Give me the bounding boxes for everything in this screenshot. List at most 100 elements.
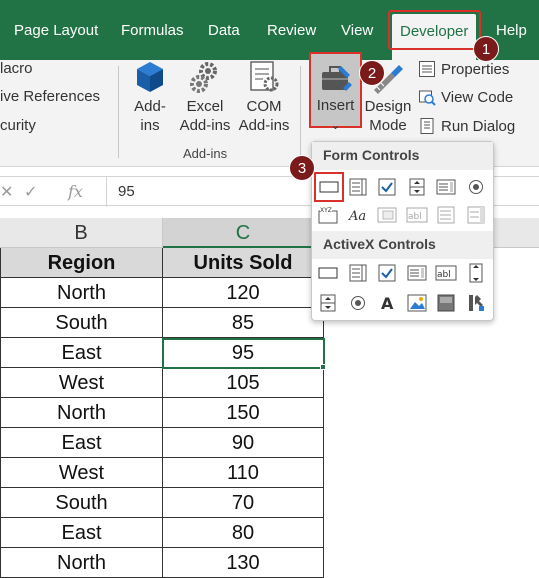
- checkbox-icon: [378, 264, 396, 282]
- units-sold-cell[interactable]: 120: [163, 278, 324, 308]
- units-sold-cell[interactable]: 110: [163, 458, 324, 488]
- record-macro-label[interactable]: lacro: [0, 60, 33, 77]
- formula-input[interactable]: 95: [118, 183, 135, 200]
- enter-check-icon[interactable]: ✓: [24, 182, 37, 202]
- region-cell[interactable]: East: [0, 338, 163, 368]
- view-code-button[interactable]: View Code: [418, 88, 513, 106]
- tab-developer[interactable]: Developer: [392, 14, 477, 60]
- region-cell[interactable]: East: [0, 428, 163, 458]
- region-cell[interactable]: North: [0, 398, 163, 428]
- form-option-button-control[interactable]: [464, 176, 488, 198]
- command-button-icon: [318, 267, 338, 279]
- form-list-box-control[interactable]: [434, 176, 458, 198]
- activex-combo-box-control[interactable]: [346, 262, 370, 284]
- activex-scroll-bar-control[interactable]: [464, 262, 488, 284]
- activex-controls-header: ActiveX Controls: [312, 231, 493, 259]
- add-ins-label-1: Add-: [134, 98, 166, 115]
- com-add-ins-button[interactable]: COM Add-ins: [236, 60, 292, 135]
- view-code-label: View Code: [441, 88, 514, 106]
- tab-data[interactable]: Data: [208, 20, 240, 42]
- activex-image-control[interactable]: [405, 292, 429, 314]
- activex-option-button-control[interactable]: [346, 292, 370, 314]
- region-cell[interactable]: South: [0, 308, 163, 338]
- toolbox-icon: [321, 66, 352, 91]
- svg-text:abl: abl: [408, 212, 422, 222]
- combo-dropdown-edit-icon: [467, 206, 485, 224]
- column-header-b[interactable]: B: [0, 218, 163, 248]
- region-cell[interactable]: West: [0, 368, 163, 398]
- svg-text:Aa: Aa: [348, 209, 366, 223]
- form-group-box-control[interactable]: XYZ: [316, 204, 340, 226]
- group-box-icon: XYZ: [318, 206, 338, 224]
- com-add-ins-label-2: Add-ins: [238, 117, 290, 134]
- excel-add-ins-label-1: Excel: [186, 98, 224, 115]
- insert-controls-dropdown: Form Controls XYZ Aa abl ActiveX Control…: [311, 141, 494, 321]
- checkbox-icon: [378, 178, 396, 196]
- scroll-bar-icon: [377, 207, 397, 223]
- units-sold-cell[interactable]: 105: [163, 368, 324, 398]
- insert-label: Insert: [316, 97, 355, 114]
- units-sold-cell[interactable]: 95: [163, 338, 324, 368]
- svg-text:abl: abl: [437, 270, 451, 280]
- activex-command-button-control[interactable]: [316, 262, 340, 284]
- column-header-c[interactable]: C: [163, 218, 324, 248]
- activex-list-box-control[interactable]: [405, 262, 429, 284]
- add-ins-button[interactable]: Add- ins: [128, 60, 172, 135]
- form-combo-list-edit-control[interactable]: [434, 204, 458, 226]
- activex-label-control[interactable]: A: [375, 292, 399, 314]
- units-sold-cell[interactable]: 85: [163, 308, 324, 338]
- more-controls-tools-icon: [469, 295, 484, 311]
- combo-box-icon: [349, 264, 367, 282]
- activex-text-box-control[interactable]: abl: [434, 262, 458, 284]
- units-sold-cell[interactable]: 90: [163, 428, 324, 458]
- tab-view[interactable]: View: [341, 20, 373, 42]
- tab-page-layout[interactable]: Page Layout: [14, 20, 98, 42]
- tab-formulas[interactable]: Formulas: [121, 20, 184, 42]
- com-document-icon: [250, 61, 279, 92]
- form-combo-box-control[interactable]: [346, 176, 370, 198]
- form-spin-button-control[interactable]: [405, 176, 429, 198]
- excel-add-ins-button[interactable]: Excel Add-ins: [177, 60, 233, 135]
- units-sold-cell[interactable]: 70: [163, 488, 324, 518]
- form-scroll-bar-control[interactable]: [375, 204, 399, 226]
- form-button-control[interactable]: [314, 172, 344, 202]
- tab-review[interactable]: Review: [267, 20, 316, 42]
- macro-security-label[interactable]: curity: [0, 117, 36, 134]
- form-label-control[interactable]: Aa: [346, 204, 370, 226]
- group-separator: [300, 66, 301, 158]
- activex-check-box-control[interactable]: [375, 262, 399, 284]
- units-sold-cell[interactable]: 150: [163, 398, 324, 428]
- list-box-icon: [407, 265, 427, 281]
- activex-spin-button-control[interactable]: [316, 292, 340, 314]
- ribbon-tab-bar: Page Layout Formulas Data Review View De…: [0, 0, 539, 60]
- relative-references-label[interactable]: ive References: [0, 88, 100, 105]
- region-cell[interactable]: West: [0, 458, 163, 488]
- callout-badge-1: 1: [473, 36, 499, 62]
- table-header-cell[interactable]: Region: [0, 248, 163, 278]
- activex-toggle-button-control[interactable]: [434, 292, 458, 314]
- insert-controls-button[interactable]: Insert ⌄: [309, 52, 362, 132]
- svg-text:XYZ: XYZ: [320, 207, 332, 214]
- callout-badge-3: 3: [289, 155, 315, 181]
- view-code-icon: [419, 90, 436, 106]
- region-cell[interactable]: South: [0, 488, 163, 518]
- tab-help[interactable]: Help: [496, 20, 527, 42]
- form-check-box-control[interactable]: [375, 176, 399, 198]
- table-header-cell[interactable]: Units Sold: [163, 248, 324, 278]
- units-sold-cell[interactable]: 130: [163, 548, 324, 578]
- units-sold-cell[interactable]: 80: [163, 518, 324, 548]
- cancel-icon[interactable]: ✕: [0, 182, 13, 202]
- button-control-icon: [319, 181, 339, 193]
- fill-handle[interactable]: [320, 364, 326, 370]
- insert-function-icon[interactable]: fx: [68, 182, 83, 201]
- region-cell[interactable]: North: [0, 278, 163, 308]
- form-combo-dropdown-edit-control[interactable]: [464, 204, 488, 226]
- region-cell[interactable]: East: [0, 518, 163, 548]
- run-dialog-button[interactable]: Run Dialog: [418, 117, 515, 135]
- spin-button-icon: [320, 294, 336, 312]
- chevron-down-icon: ⌄: [330, 120, 341, 132]
- form-text-field-control[interactable]: abl: [405, 204, 429, 226]
- properties-button[interactable]: Properties: [418, 60, 509, 78]
- activex-more-controls[interactable]: [464, 292, 488, 314]
- region-cell[interactable]: North: [0, 548, 163, 578]
